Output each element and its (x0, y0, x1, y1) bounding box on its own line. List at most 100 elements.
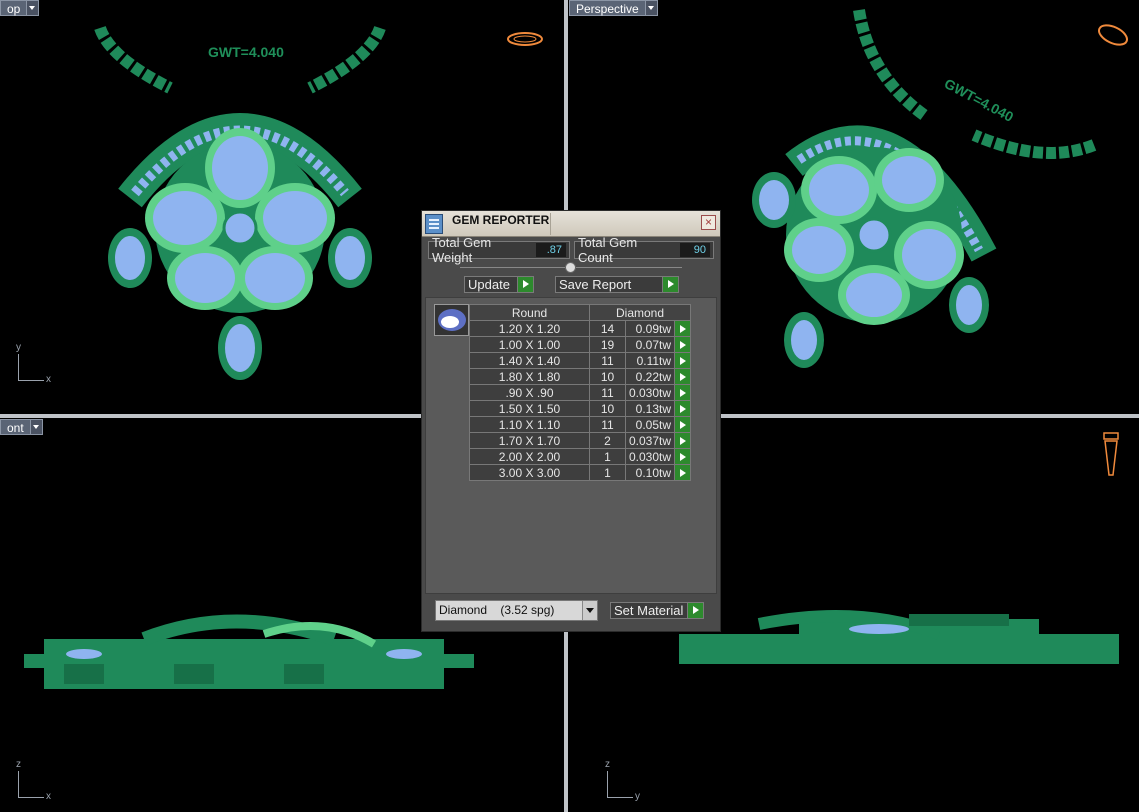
select-row-arrow-icon[interactable] (674, 432, 692, 449)
table-row[interactable]: 1.00 X 1.00 19 0.07tw (469, 336, 692, 353)
column-header-shape: Round (469, 304, 590, 321)
gem-count-cell: 10 (589, 400, 626, 417)
gem-size-cell: 1.00 X 1.00 (469, 336, 590, 353)
column-header-material: Diamond (588, 304, 692, 321)
viewport-front-name[interactable]: ont (0, 419, 31, 435)
gem-size-cell: 2.00 X 2.00 (469, 448, 590, 465)
gem-weight-cell: 0.030tw (624, 384, 676, 401)
gem-reporter-dialog: GEM REPORTER × Total Gem Weight .87 Tota… (421, 210, 721, 632)
total-gem-weight-field: Total Gem Weight .87 (428, 235, 570, 265)
gem-size-cell: 1.80 X 1.80 (469, 368, 590, 385)
gem-size-cell: 3.00 X 3.00 (469, 464, 590, 481)
gem-size-cell: .90 X .90 (469, 384, 590, 401)
select-row-arrow-icon[interactable] (674, 400, 692, 417)
table-row[interactable]: 1.20 X 1.20 14 0.09tw (469, 320, 692, 337)
gem-weight-cell: 0.037tw (624, 432, 676, 449)
dialog-title: GEM REPORTER (452, 213, 550, 227)
table-row[interactable]: .90 X .90 11 0.030tw (469, 384, 692, 401)
viewport-perspective-name[interactable]: Perspective (569, 0, 646, 16)
save-report-label: Save Report (559, 277, 632, 292)
gem-thumbnail-icon (434, 304, 469, 336)
gem-weight-cell: 0.11tw (624, 352, 676, 369)
viewport-top-label[interactable]: op (0, 0, 40, 16)
gem-table: Round Diamond 1.20 X 1.20 14 0.09tw 1.00 X … (469, 304, 692, 481)
gem-count-cell: 11 (589, 384, 626, 401)
chevron-down-icon[interactable] (645, 0, 658, 16)
gem-weight-cell: 0.22tw (624, 368, 676, 385)
select-row-arrow-icon[interactable] (674, 464, 692, 481)
gem-count-cell: 19 (589, 336, 626, 353)
gem-reporter-icon (425, 214, 443, 234)
axis-indicator: z y (605, 759, 640, 802)
save-report-button[interactable]: Save Report (555, 276, 679, 293)
totals-row: Total Gem Weight .87 Total Gem Count 90 (428, 235, 714, 265)
gem-count-cell: 14 (589, 320, 626, 337)
dialog-titlebar[interactable]: GEM REPORTER × (422, 211, 720, 237)
pendant-render-top (94, 25, 386, 380)
viewport-front-label[interactable]: ont (0, 419, 43, 435)
gem-count-cell: 1 (589, 448, 626, 465)
select-row-arrow-icon[interactable] (674, 336, 692, 353)
gem-weight-cell: 0.09tw (624, 320, 676, 337)
total-gem-count-field: Total Gem Count 90 (574, 235, 714, 265)
gem-count-cell: 2 (589, 432, 626, 449)
table-row[interactable]: 2.00 X 2.00 1 0.030tw (469, 448, 692, 465)
gem-size-cell: 1.70 X 1.70 (469, 432, 590, 449)
pendant-render-front (24, 614, 474, 689)
select-row-arrow-icon[interactable] (674, 448, 692, 465)
table-row[interactable]: 1.50 X 1.50 10 0.13tw (469, 400, 692, 417)
pendant-render-perspective (752, 9, 1097, 368)
select-row-arrow-icon[interactable] (674, 352, 692, 369)
gem-weight-cell: 0.07tw (624, 336, 676, 353)
total-gem-weight-label: Total Gem Weight (432, 235, 492, 265)
gem-size-cell: 1.10 X 1.10 (469, 416, 590, 433)
play-arrow-icon (662, 277, 678, 292)
titlebar-separator (550, 213, 551, 235)
pendant-render-right (679, 610, 1119, 664)
gem-count-cell: 11 (589, 352, 626, 369)
set-material-label: Set Material (614, 603, 684, 618)
viewport-perspective-label[interactable]: Perspective (569, 0, 658, 16)
material-select-value: Diamond (3.52 spg) (439, 603, 555, 617)
chevron-down-icon[interactable] (27, 0, 40, 16)
select-row-arrow-icon[interactable] (674, 416, 692, 433)
viewport-top-name[interactable]: op (0, 0, 28, 16)
panel-splitter-handle[interactable] (565, 262, 576, 273)
table-row[interactable]: 1.80 X 1.80 10 0.22tw (469, 368, 692, 385)
total-gem-weight-value[interactable]: .87 (536, 243, 566, 257)
table-row[interactable]: 1.40 X 1.40 11 0.11tw (469, 352, 692, 369)
gem-size-cell: 1.40 X 1.40 (469, 352, 590, 369)
chevron-down-icon[interactable] (582, 601, 597, 620)
chevron-down-icon[interactable] (30, 419, 43, 435)
update-button[interactable]: Update (464, 276, 534, 293)
gem-count-cell: 1 (589, 464, 626, 481)
gem-count-cell: 10 (589, 368, 626, 385)
ring-nav-icon[interactable] (505, 28, 545, 50)
update-label: Update (468, 277, 510, 292)
close-icon[interactable]: × (701, 215, 716, 230)
total-gem-count-value[interactable]: 90 (680, 243, 710, 257)
table-row[interactable]: 1.10 X 1.10 11 0.05tw (469, 416, 692, 433)
material-bar: Diamond (3.52 spg) Set Material (425, 600, 717, 628)
material-select[interactable]: Diamond (3.52 spg) (435, 600, 598, 621)
select-row-arrow-icon[interactable] (674, 320, 692, 337)
gem-weight-cell: 0.10tw (624, 464, 676, 481)
table-row[interactable]: 1.70 X 1.70 2 0.037tw (469, 432, 692, 449)
gem-size-cell: 1.50 X 1.50 (469, 400, 590, 417)
gem-weight-cell: 0.05tw (624, 416, 676, 433)
table-row[interactable]: 3.00 X 3.00 1 0.10tw (469, 464, 692, 481)
pendant-nav-icon[interactable] (1099, 429, 1123, 481)
gem-weight-cell: 0.13tw (624, 400, 676, 417)
axis-indicator: z x (16, 759, 51, 802)
play-arrow-icon (687, 603, 703, 618)
gem-list-panel: Round Diamond 1.20 X 1.20 14 0.09tw 1.00 X … (425, 297, 717, 594)
gem-weight-cell: 0.030tw (624, 448, 676, 465)
gem-size-cell: 1.20 X 1.20 (469, 320, 590, 337)
select-row-arrow-icon[interactable] (674, 384, 692, 401)
gem-count-cell: 11 (589, 416, 626, 433)
total-gem-count-label: Total Gem Count (578, 235, 638, 265)
play-arrow-icon (517, 277, 533, 292)
axis-indicator: y x (16, 342, 51, 385)
set-material-button[interactable]: Set Material (610, 602, 704, 619)
select-row-arrow-icon[interactable] (674, 368, 692, 385)
